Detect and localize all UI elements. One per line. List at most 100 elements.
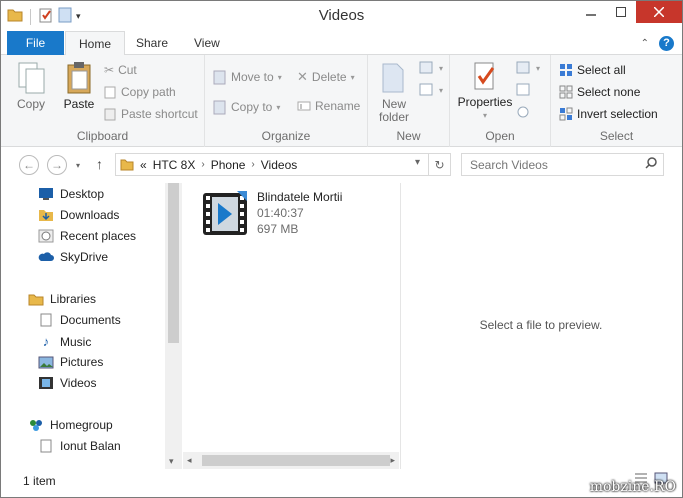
- delete-button[interactable]: ✕ Delete ▾: [297, 69, 355, 85]
- recent-locations-icon[interactable]: ▾: [76, 161, 80, 170]
- properties-button[interactable]: Properties ▾: [458, 60, 512, 122]
- status-bar: 1 item: [1, 469, 682, 497]
- forward-button[interactable]: →: [47, 155, 67, 175]
- new-folder-button[interactable]: New folder: [374, 60, 414, 124]
- sidebar-item-videos[interactable]: Videos: [38, 376, 96, 390]
- dropdown-arrow-icon: ▾: [276, 102, 281, 112]
- collapse-ribbon-icon[interactable]: ⌃: [641, 38, 649, 49]
- organize-group: Move to ▾ Copy to ▾ ✕ Delete ▾ Rename Or…: [205, 55, 368, 147]
- list-item[interactable]: Blindatele Mortii 01:40:37 697 MB: [201, 189, 391, 247]
- navigation-bar: ← → ▾ ↑ « HTC 8X › Phone › Videos ▾ ↻ Se…: [1, 148, 682, 182]
- desktop-icon: [39, 188, 53, 200]
- window-controls: [576, 1, 682, 23]
- file-name: Blindatele Mortii: [257, 190, 343, 204]
- dropdown-arrow-icon: ▾: [350, 72, 355, 82]
- title-bar: ▾ Videos: [1, 1, 682, 31]
- sidebar-item-music[interactable]: ♪ Music: [38, 334, 92, 349]
- breadcrumb-videos[interactable]: Videos: [261, 158, 297, 172]
- paste-button[interactable]: Paste: [59, 60, 99, 111]
- move-to-icon: [213, 70, 226, 85]
- dropdown-arrow-icon: ▾: [482, 111, 487, 120]
- dropdown-arrow-icon: ▾: [439, 63, 444, 73]
- file-duration: 01:40:37: [257, 206, 304, 220]
- rename-button[interactable]: Rename: [297, 99, 360, 113]
- copy-icon: [18, 62, 45, 94]
- explorer-window: ▾ Videos File Home Share View ⌃ ? Copy P…: [0, 0, 683, 498]
- sidebar-item-homegroup[interactable]: Homegroup: [28, 418, 113, 432]
- music-icon: ♪: [42, 334, 50, 349]
- chevron-right-icon[interactable]: ›: [201, 159, 204, 170]
- copy-to-button[interactable]: Copy to ▾: [213, 99, 280, 115]
- scrollbar-thumb[interactable]: [168, 183, 179, 343]
- copy-path-button[interactable]: Copy path: [104, 85, 176, 99]
- file-list-scrollbar[interactable]: ◂ ▸: [183, 452, 399, 469]
- scroll-left-icon[interactable]: ◂: [187, 455, 192, 466]
- tab-file[interactable]: File: [7, 31, 64, 55]
- open-group-label: Open: [485, 129, 515, 143]
- tab-home[interactable]: Home: [65, 31, 126, 56]
- breadcrumb-phone[interactable]: Phone: [211, 158, 246, 172]
- search-icon: [645, 157, 657, 172]
- tab-view[interactable]: View: [181, 31, 233, 55]
- back-button[interactable]: ←: [19, 155, 39, 175]
- new-item-icon: [419, 61, 433, 74]
- maximize-button[interactable]: [606, 1, 636, 23]
- close-button[interactable]: [636, 1, 682, 23]
- cloud-icon: [38, 252, 54, 261]
- scroll-right-icon[interactable]: ▸: [390, 455, 395, 466]
- breadcrumb-htc-8x[interactable]: HTC 8X: [153, 158, 196, 172]
- new-item-button[interactable]: ▾: [419, 61, 443, 75]
- sidebar-item-homegroup-user[interactable]: Ionut Balan: [38, 439, 121, 453]
- navigation-pane-scrollbar[interactable]: ▾: [165, 183, 182, 469]
- rename-icon: [297, 101, 311, 111]
- sidebar-item-desktop[interactable]: Desktop: [38, 187, 104, 201]
- breadcrumb-overflow[interactable]: «: [140, 158, 147, 172]
- ribbon-tabs: File Home Share View ⌃ ?: [1, 31, 682, 56]
- close-icon: [654, 7, 664, 17]
- chevron-right-icon[interactable]: ›: [251, 159, 254, 170]
- edit-icon: [516, 83, 530, 96]
- paste-shortcut-button[interactable]: Paste shortcut: [104, 107, 198, 121]
- minimize-icon: [586, 14, 596, 16]
- address-bar[interactable]: « HTC 8X › Phone › Videos ▾ ↻: [115, 153, 451, 176]
- edit-button[interactable]: [516, 83, 532, 97]
- scrollbar-thumb[interactable]: [202, 455, 390, 466]
- cut-button[interactable]: ✂ Cut: [104, 63, 137, 77]
- sidebar-item-skydrive[interactable]: SkyDrive: [38, 250, 108, 264]
- scroll-down-icon[interactable]: ▾: [169, 456, 174, 467]
- clipboard-group-label: Clipboard: [76, 129, 129, 143]
- homegroup-icon: [30, 420, 42, 431]
- tab-share[interactable]: Share: [123, 31, 181, 55]
- sidebar-item-libraries[interactable]: Libraries: [28, 292, 96, 306]
- move-to-button[interactable]: Move to ▾: [213, 69, 282, 85]
- invert-selection-button[interactable]: Invert selection: [559, 107, 658, 121]
- help-icon[interactable]: ?: [659, 36, 674, 51]
- copy-button[interactable]: Copy: [11, 60, 51, 111]
- history-button[interactable]: [516, 105, 532, 119]
- select-all-icon: [560, 64, 572, 76]
- chevron-down-icon[interactable]: ▾: [415, 157, 420, 168]
- select-all-button[interactable]: Select all: [559, 63, 626, 77]
- videos-icon: [39, 377, 53, 389]
- sidebar-item-pictures[interactable]: Pictures: [38, 355, 103, 369]
- easy-access-button[interactable]: ▾: [419, 83, 443, 97]
- forward-arrow-icon: →: [51, 158, 63, 172]
- libraries-icon: [28, 294, 44, 306]
- file-size: 697 MB: [257, 222, 299, 236]
- up-arrow-icon[interactable]: ↑: [96, 156, 103, 172]
- select-none-button[interactable]: Select none: [559, 85, 640, 99]
- refresh-button[interactable]: ↻: [428, 154, 450, 175]
- search-input[interactable]: Search Videos: [461, 153, 664, 176]
- item-count: 1 item: [23, 474, 56, 488]
- dropdown-arrow-icon: ▾: [536, 63, 541, 73]
- user-icon: [40, 439, 52, 453]
- file-list: Blindatele Mortii 01:40:37 697 MB ◂ ▸: [183, 183, 399, 469]
- sidebar-item-documents[interactable]: Documents: [38, 313, 121, 327]
- sidebar-item-recent-places[interactable]: Recent places: [38, 229, 136, 243]
- open-group: Properties ▾ ▾ Open: [450, 55, 551, 147]
- sidebar-item-downloads[interactable]: Downloads: [38, 208, 119, 222]
- open-button[interactable]: ▾: [516, 61, 540, 75]
- minimize-button[interactable]: [576, 1, 606, 23]
- preview-pane: Select a file to preview.: [400, 183, 681, 469]
- copy-path-icon: [104, 86, 116, 98]
